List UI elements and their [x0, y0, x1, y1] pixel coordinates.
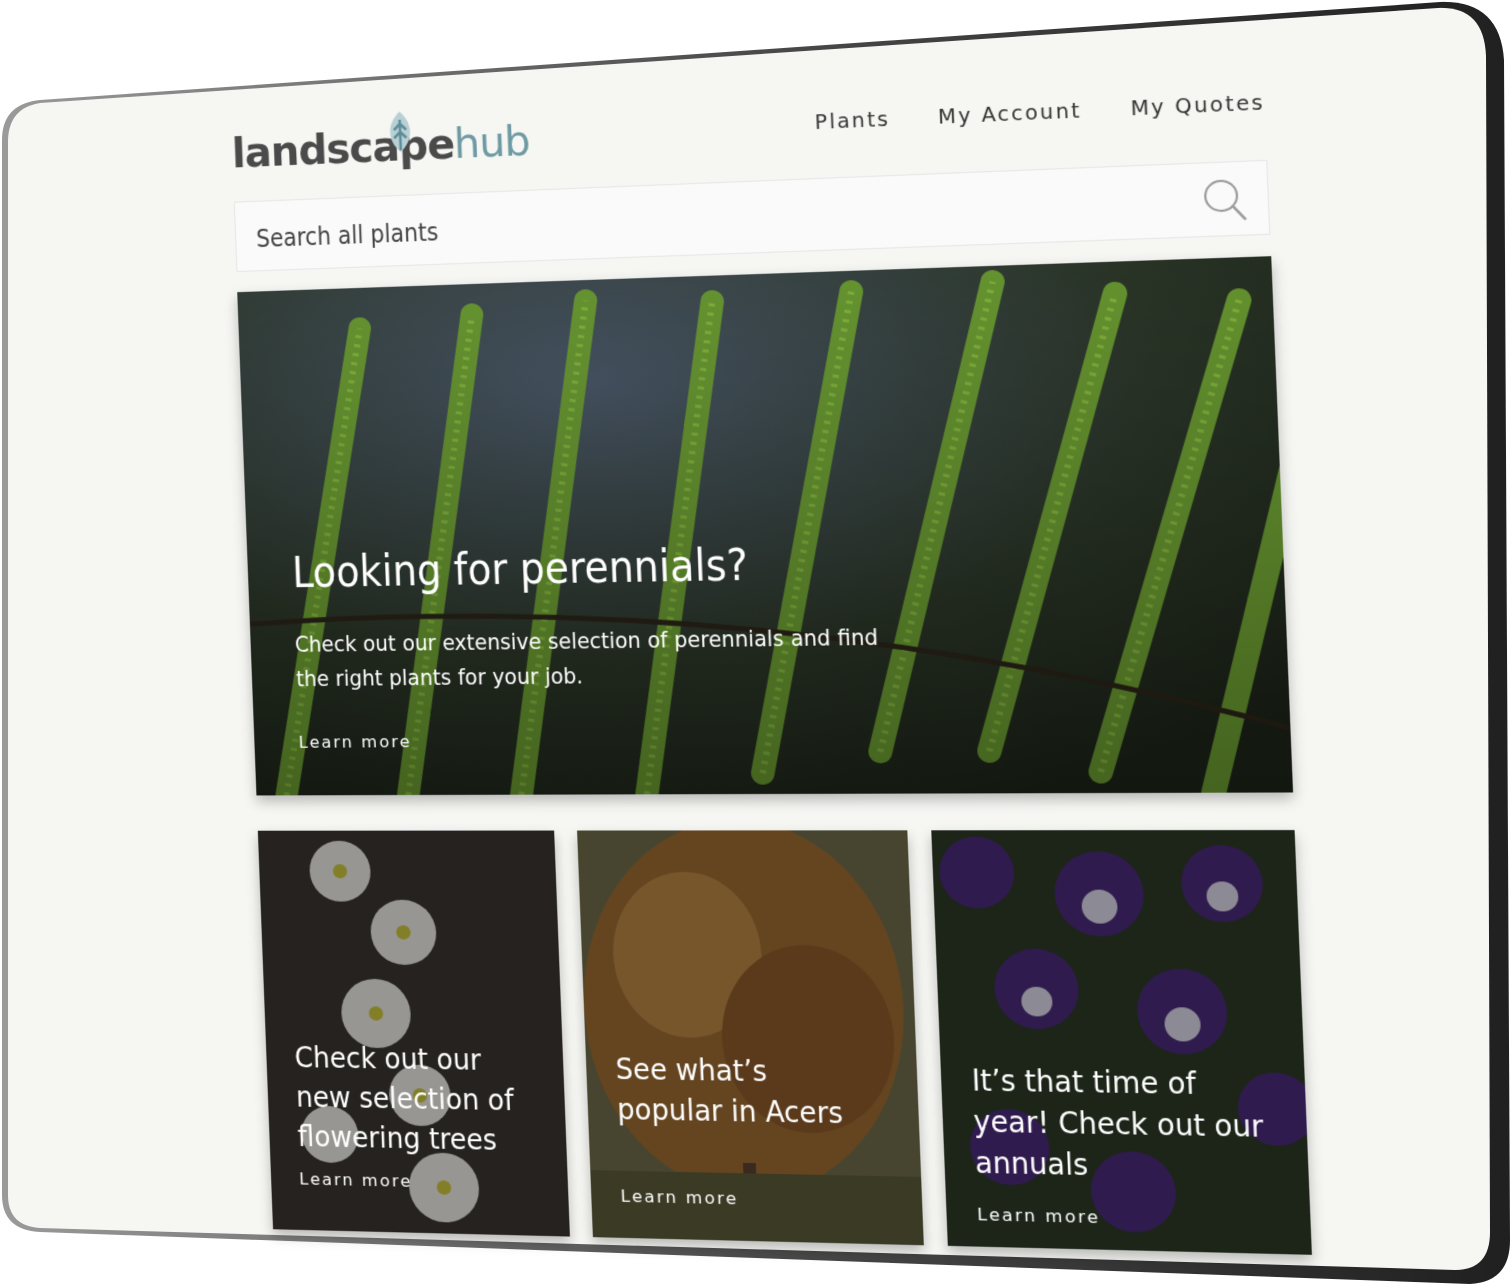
card-learn-more-link[interactable]: Learn more — [620, 1186, 738, 1208]
promo-cards: Check out our new selection of flowering… — [257, 830, 1312, 1260]
tablet-device: landscapehub Plants My Account My Quotes — [0, 0, 1512, 1286]
acer-tree-image — [577, 830, 924, 1246]
card-learn-more-link[interactable]: Learn more — [299, 1169, 413, 1191]
nav-my-account[interactable]: My Account — [938, 99, 1082, 129]
hero-title: Looking for perennials? — [291, 539, 749, 598]
card-title: See what’s popular in Acers — [614, 1051, 844, 1131]
fern-image — [237, 256, 1294, 796]
hero-banner[interactable]: Looking for perennials? Check out our ex… — [237, 256, 1294, 796]
search-icon[interactable] — [1201, 177, 1248, 224]
main-nav: Plants My Account My Quotes — [814, 91, 1265, 134]
logo-text-landscape: landscape — [231, 121, 455, 178]
search-input[interactable] — [253, 184, 1161, 259]
card-acers[interactable]: See what’s popular in Acers Learn more — [577, 830, 924, 1246]
pansy-image — [931, 830, 1312, 1255]
nav-my-quotes[interactable]: My Quotes — [1130, 91, 1265, 120]
hero-learn-more-link[interactable]: Learn more — [298, 732, 412, 752]
logo-text-hub: hub — [453, 117, 531, 169]
app-screen: landscapehub Plants My Account My Quotes — [150, 37, 1428, 1280]
leaf-icon — [384, 111, 416, 155]
card-flowering-trees[interactable]: Check out our new selection of flowering… — [257, 830, 570, 1237]
card-annuals[interactable]: It’s that time of year! Check out our an… — [931, 830, 1312, 1255]
card-title: Check out our new selection of flowering… — [293, 1039, 515, 1158]
nav-plants[interactable]: Plants — [814, 108, 890, 134]
hero-description: Check out our extensive selection of per… — [294, 625, 879, 693]
card-learn-more-link[interactable]: Learn more — [977, 1204, 1101, 1227]
card-title: It’s that time of year! Check out our an… — [971, 1062, 1264, 1183]
site-logo[interactable]: landscapehub — [231, 111, 531, 178]
